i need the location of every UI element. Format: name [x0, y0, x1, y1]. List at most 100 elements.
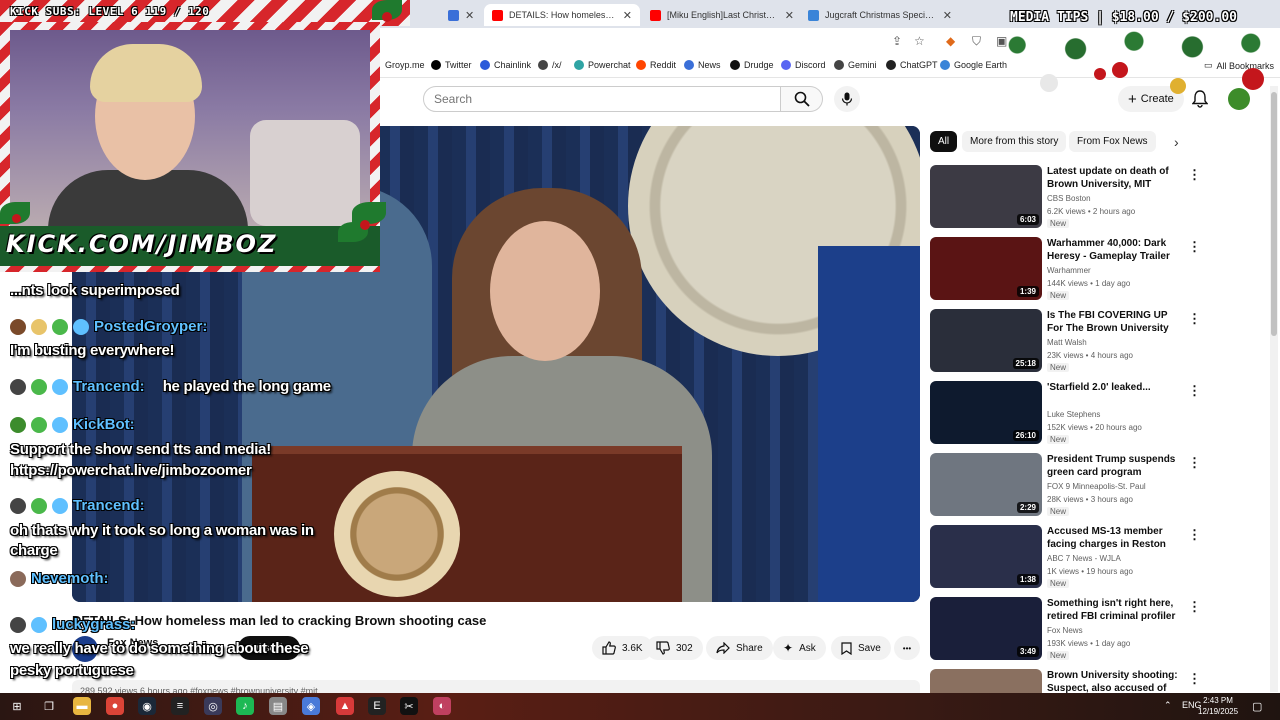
- bookmark-discord[interactable]: Discord: [781, 60, 826, 70]
- notifications-bell-icon[interactable]: [1192, 90, 1208, 108]
- recommended-title[interactable]: Something isn't right here, retired FBI …: [1047, 597, 1185, 623]
- ask-button[interactable]: ✦ Ask: [773, 636, 826, 660]
- video-thumbnail[interactable]: 25:18: [930, 309, 1042, 372]
- shield-icon[interactable]: ⛉: [972, 34, 981, 49]
- extension-icon[interactable]: ◆: [946, 34, 955, 48]
- search-input[interactable]: [423, 86, 781, 112]
- bookmark-chainlink[interactable]: Chainlink: [480, 60, 531, 70]
- search-icon: [794, 91, 810, 107]
- bookmark-chatgpt[interactable]: ChatGPT: [886, 60, 938, 70]
- video-thumbnail[interactable]: 2:29: [930, 453, 1042, 516]
- app-icon-2[interactable]: ◈: [302, 697, 320, 715]
- kebab-menu-icon[interactable]: ⋮: [1188, 239, 1201, 255]
- close-icon[interactable]: ✕: [943, 9, 952, 22]
- app-icon-4[interactable]: ◐: [433, 697, 451, 715]
- recommended-title[interactable]: Warhammer 40,000: Dark Heresy - Gameplay…: [1047, 237, 1185, 263]
- bookmark-label: Gemini: [848, 60, 877, 70]
- bookmark-gemini[interactable]: Gemini: [834, 60, 877, 70]
- recommended-channel[interactable]: Fox News: [1047, 626, 1083, 635]
- kebab-menu-icon[interactable]: ⋮: [1188, 167, 1201, 183]
- close-icon[interactable]: ✕: [465, 9, 474, 22]
- app-icon[interactable]: ▤: [269, 697, 287, 715]
- close-icon[interactable]: ✕: [623, 9, 632, 22]
- bookmark-news[interactable]: News: [684, 60, 721, 70]
- recommended-channel[interactable]: Warhammer: [1047, 266, 1091, 275]
- recommended-video[interactable]: 26:10 'Starfield 2.0' leaked... Luke Steph…: [930, 381, 1201, 445]
- video-thumbnail[interactable]: 1:39: [930, 237, 1042, 300]
- bookmark-drudge[interactable]: Drudge: [730, 60, 774, 70]
- recommended-channel[interactable]: Luke Stephens: [1047, 410, 1100, 419]
- like-button[interactable]: 3.6K: [592, 636, 653, 660]
- video-duration: 6:03: [1016, 214, 1039, 225]
- browser-tab[interactable]: DETAILS: How homeless man le ✕: [484, 4, 640, 26]
- recommended-title[interactable]: Accused MS-13 member facing charges in R…: [1047, 525, 1185, 551]
- bookmark-label: Twitter: [445, 60, 472, 70]
- notifications-icon[interactable]: ▢: [1252, 700, 1262, 713]
- bookmark-groyp-me[interactable]: Groyp.me: [385, 60, 425, 70]
- bookmark-x[interactable]: /x/: [538, 60, 562, 70]
- dislike-button[interactable]: 302: [646, 636, 703, 660]
- kebab-menu-icon[interactable]: ⋮: [1188, 383, 1201, 399]
- recommended-channel[interactable]: CBS Boston: [1047, 194, 1091, 203]
- install-app-icon[interactable]: ⇪: [892, 34, 902, 48]
- windows-start-icon[interactable]: ⊞: [8, 697, 26, 715]
- chips-next-arrow[interactable]: ›: [1174, 134, 1179, 150]
- recommended-channel[interactable]: ABC 7 News - WJLA: [1047, 554, 1121, 563]
- spotify-icon[interactable]: ♪: [236, 697, 254, 715]
- account-avatar[interactable]: [1228, 88, 1250, 110]
- chat-badge-icon: [31, 416, 47, 433]
- video-thumbnail[interactable]: 3:49: [930, 597, 1042, 660]
- scrollbar-thumb[interactable]: [1271, 92, 1277, 336]
- recommended-title[interactable]: President Trump suspends green card prog…: [1047, 453, 1185, 479]
- recommended-video[interactable]: 1:39 Warhammer 40,000: Dark Heresy - Game…: [930, 237, 1201, 301]
- system-clock[interactable]: 2:43 PM 12/19/2025: [1198, 695, 1238, 717]
- filter-chip[interactable]: More from this story: [962, 131, 1067, 152]
- recommended-video[interactable]: 1:38 Accused MS-13 member facing charges …: [930, 525, 1201, 589]
- bookmark-twitter[interactable]: Twitter: [431, 60, 472, 70]
- save-button[interactable]: Save: [831, 636, 891, 660]
- recommended-channel[interactable]: Matt Walsh: [1047, 338, 1087, 347]
- share-button[interactable]: Share: [706, 636, 773, 660]
- close-icon[interactable]: ✕: [785, 9, 794, 22]
- kebab-menu-icon[interactable]: ⋮: [1188, 311, 1201, 327]
- filter-chip[interactable]: All: [930, 131, 958, 152]
- recommended-title[interactable]: 'Starfield 2.0' leaked...: [1047, 381, 1185, 394]
- kebab-menu-icon[interactable]: ⋮: [1188, 671, 1201, 687]
- bookmark-reddit[interactable]: Reddit: [636, 60, 676, 70]
- more-actions-button[interactable]: •••: [894, 636, 920, 660]
- file-explorer-icon[interactable]: ▬: [73, 697, 91, 715]
- tray-overflow-icon[interactable]: ⌃: [1164, 700, 1172, 711]
- recommended-channel[interactable]: FOX 9 Minneapolis-St. Paul: [1047, 482, 1146, 491]
- browser-tab[interactable]: ✕: [440, 4, 484, 26]
- recommended-title[interactable]: Is The FBI COVERING UP For The Brown Uni…: [1047, 309, 1185, 335]
- recommended-video[interactable]: 3:49 Something isn't right here, retired …: [930, 597, 1201, 661]
- speaker-face: [490, 221, 600, 361]
- voice-search-button[interactable]: [834, 86, 860, 112]
- steam-icon[interactable]: ◉: [138, 697, 156, 715]
- recommended-title[interactable]: Brown University shooting: Suspect, also…: [1047, 669, 1185, 695]
- recommended-video[interactable]: 2:29 President Trump suspends green card …: [930, 453, 1201, 517]
- recommended-video[interactable]: 25:18 Is The FBI COVERING UP For The Brow…: [930, 309, 1201, 373]
- task-view-icon[interactable]: ❐: [40, 697, 58, 715]
- new-badge: New: [1047, 219, 1070, 228]
- epic-games-icon[interactable]: E: [368, 697, 386, 715]
- browser-tab[interactable]: Jugcraft Christmas Special - Sh ✕: [800, 4, 960, 26]
- video-thumbnail[interactable]: 26:10: [930, 381, 1042, 444]
- recommended-video[interactable]: 6:03 Latest update on death of Brown Univ…: [930, 165, 1201, 229]
- bookmark-star-icon[interactable]: ☆: [914, 34, 925, 48]
- browser-tab[interactable]: [Miku English]Last Christmas ✕: [642, 4, 802, 26]
- kebab-menu-icon[interactable]: ⋮: [1188, 599, 1201, 615]
- video-thumbnail[interactable]: 1:38: [930, 525, 1042, 588]
- search-button[interactable]: [781, 86, 823, 112]
- video-thumbnail[interactable]: 6:03: [930, 165, 1042, 228]
- capcut-icon[interactable]: ✂: [400, 697, 418, 715]
- obs-icon[interactable]: ◎: [204, 697, 222, 715]
- terminal-icon[interactable]: ≡: [171, 697, 189, 715]
- bookmark-powerchat[interactable]: Powerchat: [574, 60, 631, 70]
- chrome-icon[interactable]: ●: [106, 697, 124, 715]
- recommended-title[interactable]: Latest update on death of Brown Universi…: [1047, 165, 1185, 191]
- app-icon-3[interactable]: ▲: [336, 697, 354, 715]
- kebab-menu-icon[interactable]: ⋮: [1188, 527, 1201, 543]
- kebab-menu-icon[interactable]: ⋮: [1188, 455, 1201, 471]
- filter-chip[interactable]: From Fox News: [1069, 131, 1156, 152]
